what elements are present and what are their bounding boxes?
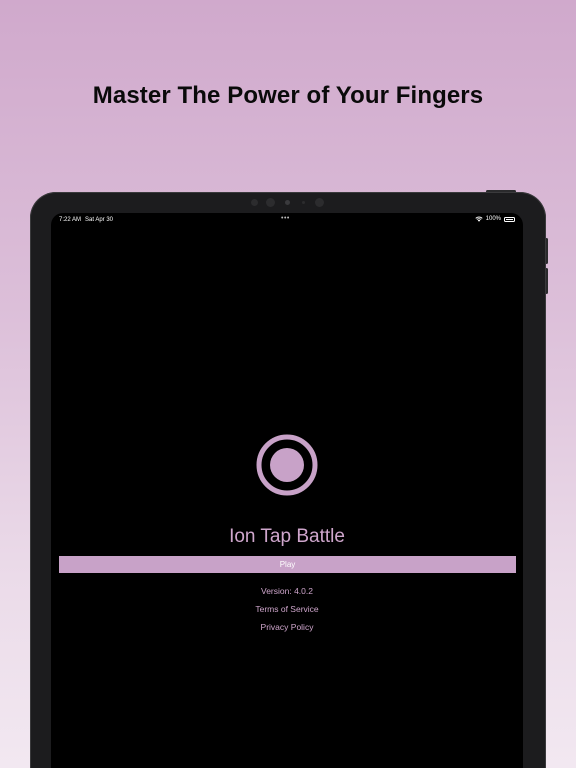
app-title: Ion Tap Battle	[229, 526, 345, 547]
battery-icon	[504, 216, 515, 222]
battery-level	[506, 218, 513, 220]
app-screen: 7:22 AM Sat Apr 30 ••• 100% Ion Tap Batt…	[51, 213, 523, 768]
sensor-dot	[251, 199, 258, 206]
battery-percent: 100%	[485, 216, 501, 222]
status-date: Sat Apr 30	[85, 217, 114, 223]
status-bar: 7:22 AM Sat Apr 30 ••• 100%	[51, 213, 523, 227]
terms-of-service-link[interactable]: Terms of Service	[51, 604, 523, 614]
version-label: Version: 4.0.2	[261, 586, 313, 596]
play-button[interactable]: Play	[59, 556, 516, 573]
promo-page: Master The Power of Your Fingers 7:22 AM…	[0, 0, 576, 768]
front-camera	[285, 200, 290, 205]
sensor-dot	[266, 198, 275, 207]
multitask-dots[interactable]: •••	[281, 215, 290, 222]
ring-dot-icon	[256, 434, 318, 496]
promo-headline: Master The Power of Your Fingers	[92, 82, 484, 109]
privacy-policy-link[interactable]: Privacy Policy	[51, 622, 523, 632]
sensor-dot	[315, 198, 324, 207]
device-sensor-bar	[0, 197, 576, 209]
wifi-icon	[475, 216, 483, 222]
status-indicators: 100%	[475, 216, 515, 222]
status-time: 7:22 AM	[59, 217, 82, 223]
sensor-dot	[302, 201, 305, 204]
